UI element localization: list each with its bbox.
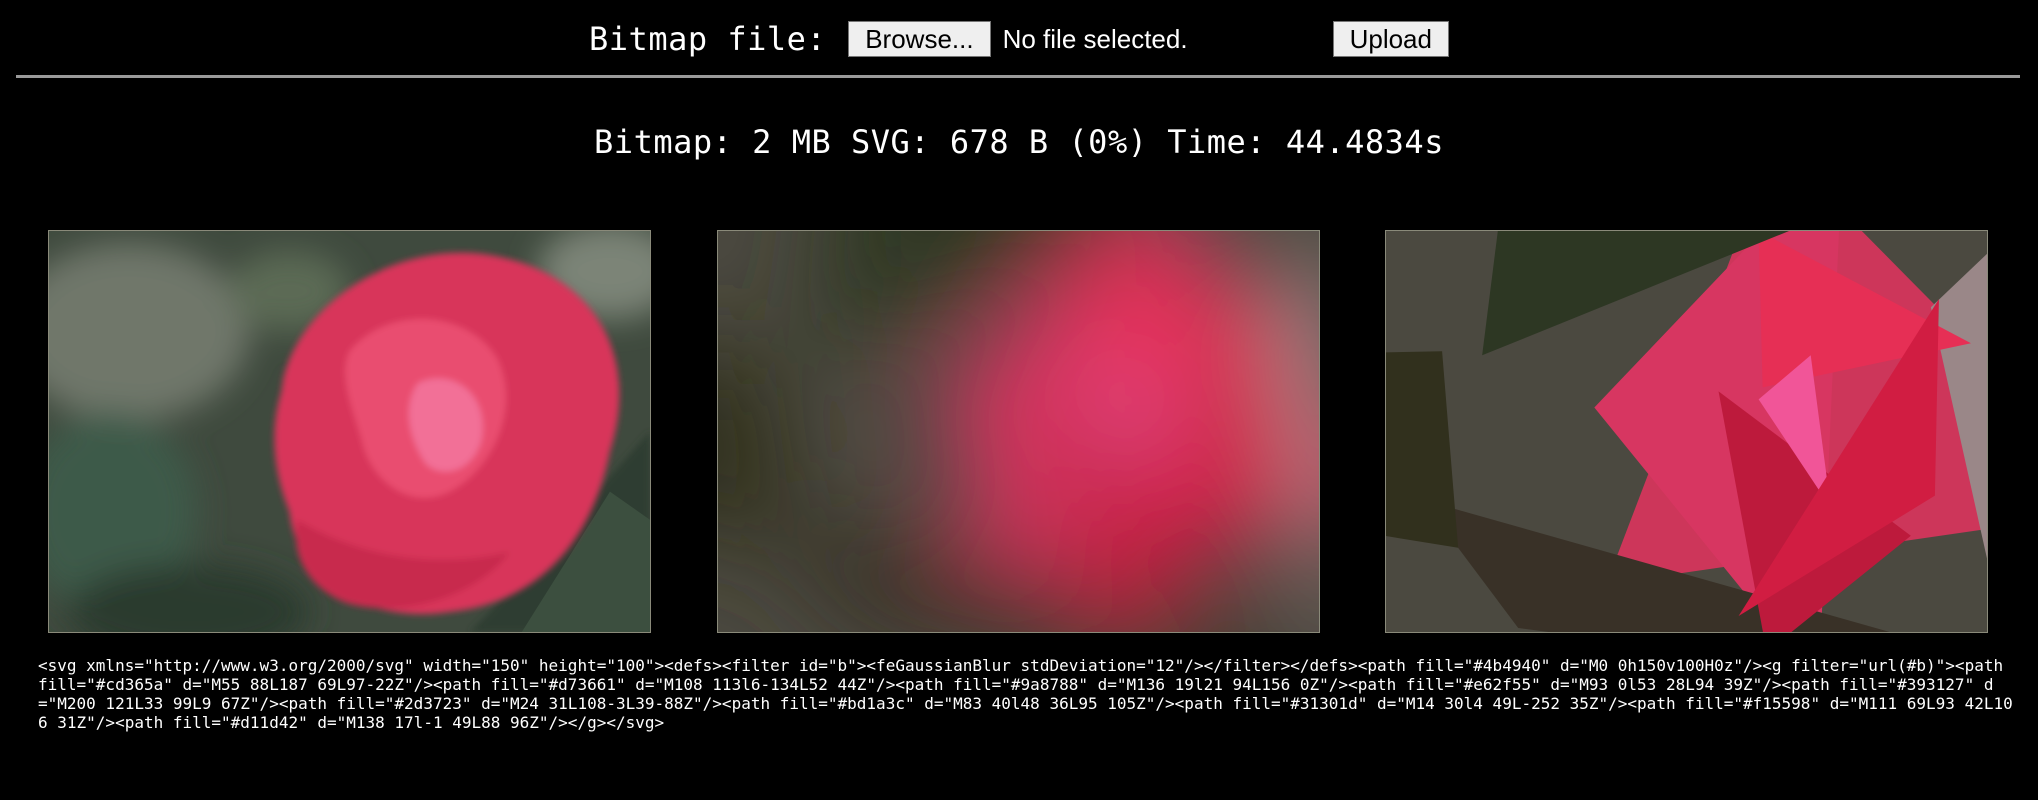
browse-button[interactable]: Browse... bbox=[848, 21, 991, 57]
file-status-text: No file selected. bbox=[1002, 23, 1188, 54]
blurred-triangles-render bbox=[718, 231, 1319, 632]
divider bbox=[16, 75, 2020, 78]
upload-button[interactable]: Upload bbox=[1332, 21, 1449, 57]
bitmap-file-label: Bitmap file: bbox=[589, 20, 827, 58]
svg-source-code: <svg xmlns="http://www.w3.org/2000/svg" … bbox=[38, 656, 2013, 732]
triangles-render bbox=[1386, 231, 1987, 632]
original-bitmap-image bbox=[48, 230, 651, 633]
blurred-svg-preview bbox=[717, 230, 1320, 633]
conversion-stats: Bitmap: 2 MB SVG: 678 B (0%) Time: 44.48… bbox=[594, 123, 1444, 161]
triangles-svg-preview bbox=[1385, 230, 1988, 633]
camellia-photo bbox=[49, 231, 650, 632]
upload-form: Bitmap file: Browse... No file selected.… bbox=[0, 14, 2038, 64]
